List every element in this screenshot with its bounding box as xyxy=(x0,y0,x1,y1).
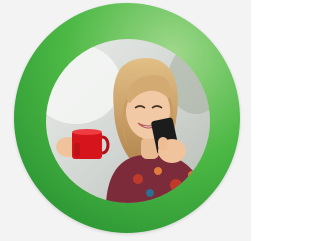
red-mug-shadow xyxy=(74,143,80,157)
top-pattern-dot xyxy=(146,189,154,197)
top-pattern-dot xyxy=(154,167,162,175)
phone-thumb xyxy=(158,137,168,151)
avatar-photo[interactable] xyxy=(46,39,210,203)
top-pattern-dot xyxy=(133,174,143,184)
profile-photo-illustration xyxy=(46,39,210,203)
red-mug-rim xyxy=(72,129,102,135)
